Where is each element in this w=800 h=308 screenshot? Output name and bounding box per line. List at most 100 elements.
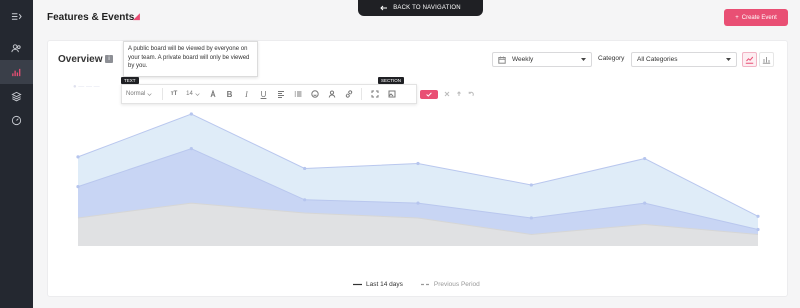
line-view-toggle[interactable]	[742, 52, 757, 67]
sidebar-item-dashboard[interactable]	[0, 108, 33, 132]
italic-icon: I	[245, 89, 248, 99]
page-title: Features & Events	[47, 12, 135, 23]
image-icon	[388, 90, 395, 98]
data-point[interactable]	[643, 201, 647, 205]
visibility-tooltip: A public board will be viewed by everyon…	[123, 41, 258, 77]
arrow-left-icon	[380, 5, 388, 11]
bar-view-toggle[interactable]	[759, 52, 774, 67]
bar-chart-icon	[762, 57, 771, 64]
link-button[interactable]	[340, 84, 357, 104]
header: Features & Events ◢ BACK TO NAVIGATION +…	[33, 0, 800, 36]
text-color-button[interactable]	[205, 84, 221, 104]
back-label: BACK TO NAVIGATION	[393, 5, 461, 11]
data-point[interactable]	[756, 227, 760, 232]
align-left-icon	[277, 91, 284, 98]
bold-button[interactable]: B	[221, 84, 238, 104]
legend-item-previous[interactable]: Previous Period	[420, 281, 480, 288]
data-point[interactable]	[643, 156, 647, 161]
font-size-icon[interactable]: тT	[167, 84, 181, 104]
section-block-label: SECTION	[378, 77, 405, 84]
text-block-label: TEXT	[121, 77, 139, 84]
text-format-toolbar: Normal тT 14 B I U	[121, 84, 417, 104]
data-point[interactable]	[416, 161, 420, 166]
move-up-icon[interactable]	[456, 91, 462, 97]
period-select[interactable]: Weekly	[492, 52, 592, 67]
data-point[interactable]	[756, 214, 760, 218]
underline-button[interactable]: U	[255, 84, 272, 104]
sidebar-item-analytics[interactable]	[0, 60, 33, 84]
data-point[interactable]	[529, 216, 533, 220]
caret-down-icon	[581, 58, 586, 61]
bold-icon: B	[226, 89, 233, 99]
emoji-icon	[310, 90, 319, 98]
overview-card: Overview i A public board will be viewed…	[47, 40, 788, 297]
chart-legend: Last 14 days Previous Period	[353, 281, 480, 288]
mention-button[interactable]	[323, 84, 340, 104]
dashed-line-icon	[420, 283, 430, 286]
data-point[interactable]	[189, 112, 193, 116]
back-to-navigation-button[interactable]: BACK TO NAVIGATION	[358, 0, 483, 16]
legend-current-label: Last 14 days	[366, 281, 403, 288]
calendar-icon	[498, 56, 506, 64]
dashboard-icon	[11, 115, 22, 125]
font-size-select[interactable]: 14	[181, 84, 205, 104]
image-button[interactable]	[383, 84, 400, 104]
data-point[interactable]	[303, 166, 307, 171]
caret-down-icon	[726, 58, 731, 61]
plus-icon: +	[735, 14, 739, 21]
period-value: Weekly	[512, 56, 534, 63]
check-icon	[426, 91, 432, 97]
megaphone-icon: ◢	[133, 11, 140, 21]
create-label: Create Event	[741, 14, 777, 21]
data-point[interactable]	[303, 198, 307, 202]
underline-icon: U	[260, 89, 267, 99]
tooltip-text[interactable]: A public board will be viewed by everyon…	[128, 46, 249, 69]
solid-line-icon	[353, 283, 362, 286]
chevron-down-icon	[147, 92, 152, 96]
emoji-button[interactable]	[306, 84, 323, 104]
font-size-value: 14	[186, 91, 193, 97]
text-style-select[interactable]: Normal	[126, 84, 158, 104]
undo-icon[interactable]	[468, 91, 474, 97]
expand-icon	[371, 90, 378, 98]
category-label: Category	[598, 55, 625, 62]
category-select[interactable]: All Categories	[631, 52, 737, 67]
divider	[162, 88, 163, 100]
area-chart	[76, 112, 760, 246]
category-value: All Categories	[637, 56, 678, 63]
bar-chart-icon	[12, 68, 21, 76]
legend-item-current[interactable]: Last 14 days	[353, 281, 403, 288]
sidebar	[0, 0, 33, 308]
line-chart-icon	[745, 56, 754, 64]
close-icon[interactable]	[444, 91, 450, 97]
list-button[interactable]	[289, 84, 306, 104]
text-color-icon	[210, 90, 216, 98]
align-button[interactable]	[272, 84, 289, 104]
info-icon[interactable]: i	[105, 55, 113, 63]
data-point[interactable]	[529, 183, 533, 187]
chevron-down-icon	[195, 92, 200, 96]
data-point[interactable]	[189, 147, 193, 151]
faded-series-legend: ● — — —	[73, 84, 100, 90]
person-icon	[328, 90, 335, 98]
sidebar-item-layers[interactable]	[0, 84, 33, 108]
create-event-button[interactable]: + Create Event	[724, 9, 788, 26]
bullet-list-icon	[294, 91, 301, 97]
divider	[361, 88, 362, 100]
users-icon	[11, 43, 21, 52]
data-point[interactable]	[76, 155, 80, 159]
expand-button[interactable]	[366, 84, 383, 104]
data-point[interactable]	[76, 185, 80, 189]
block-actions	[418, 86, 482, 102]
menu-collapse-button[interactable]	[0, 4, 33, 28]
link-icon	[345, 90, 352, 98]
menu-collapse-icon	[11, 12, 22, 20]
confirm-button[interactable]	[420, 89, 438, 99]
sidebar-item-users[interactable]	[0, 36, 33, 60]
italic-button[interactable]: I	[238, 84, 255, 104]
layers-icon	[11, 91, 22, 101]
text-style-value: Normal	[126, 91, 146, 97]
overview-title: Overview	[58, 54, 103, 65]
legend-previous-label: Previous Period	[433, 281, 480, 288]
data-point[interactable]	[416, 201, 420, 205]
